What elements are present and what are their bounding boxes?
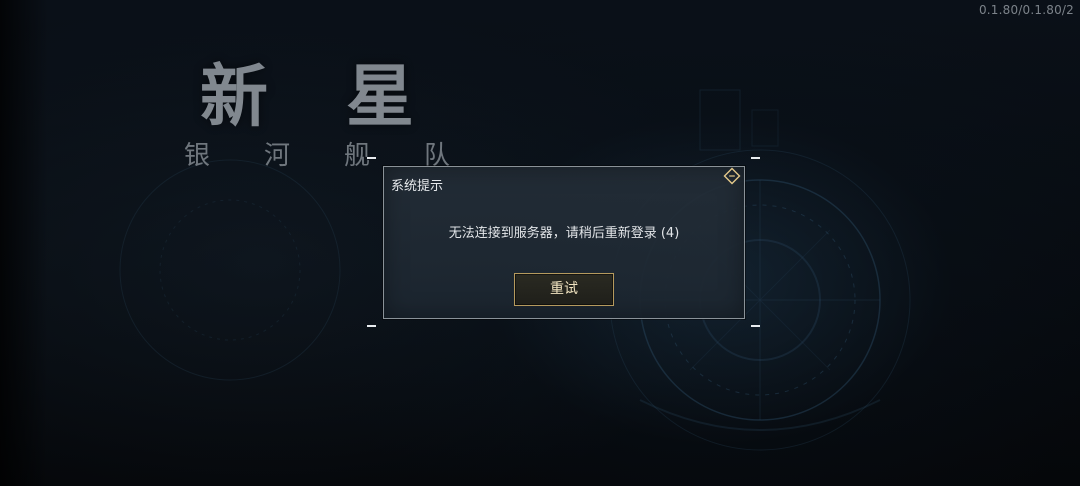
version-label: 0.1.80/0.1.80/2 [978, 3, 1074, 17]
dialog-message: 无法连接到服务器，请稍后重新登录 (4) [448, 226, 680, 241]
game-logo-title: 新星 [200, 58, 493, 137]
left-edge-shade [0, 0, 48, 486]
frame-corner-bottom-left [367, 325, 376, 327]
frame-corner-bottom-right [751, 325, 760, 327]
system-alert-dialog: 系统提示 无法连接到服务器，请稍后重新登录 (4) 重试 [383, 166, 745, 319]
frame-corner-top-left [367, 157, 376, 159]
diamond-close-icon[interactable] [723, 167, 741, 185]
game-screen: 0.1.80/0.1.80/2 新星 银河舰队 系统提示 无法连接到服务器，请稍… [0, 0, 1080, 486]
frame-corner-top-right [751, 157, 760, 159]
dialog-title: 系统提示 [391, 179, 444, 194]
retry-button[interactable]: 重试 [514, 273, 614, 306]
